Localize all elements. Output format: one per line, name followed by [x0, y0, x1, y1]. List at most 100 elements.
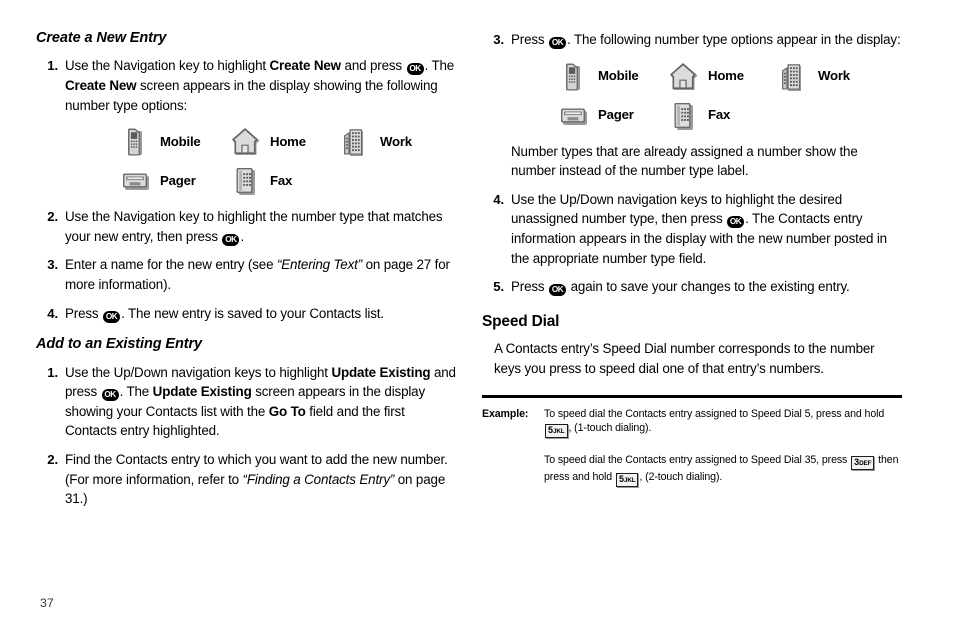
- ok-key-icon: OK: [103, 310, 121, 323]
- step-number: 3.: [493, 32, 504, 47]
- ok-key-icon: OK: [222, 233, 240, 246]
- step-text-part: .: [240, 228, 245, 244]
- step-item: 2. Find the Contacts entry to which you …: [36, 450, 456, 509]
- number-type-option-mobile: Mobile: [121, 126, 231, 157]
- ok-key-icon: OK: [101, 389, 119, 402]
- number-type-label: Fax: [270, 172, 293, 188]
- right-column: 3. Press OK. The following number type o…: [482, 30, 902, 488]
- inline-italic-finding-contacts-entry: “Finding a Contacts Entry”: [242, 471, 395, 487]
- number-type-option-pager: Pager: [121, 165, 231, 196]
- number-type-row: Pager Fax: [559, 100, 902, 131]
- number-type-row: Mobile Home Work: [121, 126, 456, 157]
- step-item: 3. Press OK. The following number type o…: [482, 30, 902, 181]
- number-type-label: Mobile: [160, 133, 201, 149]
- step-text-part: and press: [340, 58, 406, 74]
- ok-key-icon: OK: [727, 216, 745, 229]
- step-item: 5. Press OK again to save your changes t…: [482, 277, 902, 297]
- inline-bold-go-to: Go To: [268, 403, 306, 419]
- keypad-key-letters: JKL: [553, 428, 565, 436]
- number-type-option-fax: Fax: [669, 100, 779, 131]
- step-text: Enter a name for the new entry (see “Ent…: [65, 257, 450, 292]
- number-type-label: Home: [708, 68, 744, 84]
- example-text-part: To speed dial the Contacts entry assigne…: [544, 454, 851, 467]
- step-text: Press OK again to save your changes to t…: [511, 279, 850, 297]
- step-text-part: Use the Navigation key to highlight the …: [65, 209, 443, 244]
- left-column: Create a New Entry 1. Use the Navigation…: [36, 30, 456, 509]
- step-text-part: Use the Navigation key to highlight: [65, 58, 270, 74]
- step-item: 2. Use the Navigation key to highlight t…: [36, 207, 456, 246]
- section-heading-create-new-entry: Create a New Entry: [36, 30, 167, 46]
- number-type-option-fax: Fax: [231, 165, 341, 196]
- fax-machine-icon: [236, 168, 255, 196]
- step-text-part: Enter a name for the new entry (see: [65, 257, 277, 273]
- update-existing-steps-continued: 3. Press OK. The following number type o…: [482, 30, 902, 297]
- number-type-option-mobile: Mobile: [559, 61, 669, 92]
- mobile-phone-icon: [566, 63, 580, 91]
- keypad-key-digit: 5: [548, 425, 553, 436]
- number-type-option-work: Work: [779, 61, 889, 92]
- inline-bold-update-existing: Update Existing: [152, 384, 252, 400]
- keypad-key-3-icon: 3DEF: [851, 456, 875, 471]
- step-number: 4.: [47, 305, 58, 321]
- step-text-part: again to save your changes to the existi…: [567, 279, 850, 295]
- example-box-top-rule: [482, 394, 902, 398]
- example-text-part: , (2-touch dialing).: [639, 471, 723, 484]
- number-type-row: Pager Fax: [121, 165, 456, 196]
- step-number: 2.: [47, 209, 58, 225]
- section-heading-add-to-existing-entry: Add to an Existing Entry: [36, 336, 202, 353]
- number-type-label: Work: [380, 133, 412, 149]
- step-item: 4. Press OK. The new entry is saved to y…: [36, 304, 456, 324]
- step-text-part: . The new entry is saved to your Contact…: [121, 305, 384, 321]
- number-type-options-grid-left: Mobile Home Work Pager Fax: [65, 126, 456, 196]
- ok-key-icon: OK: [549, 37, 567, 49]
- number-type-option-home: Home: [669, 61, 779, 92]
- keypad-key-digit: 5: [618, 474, 624, 485]
- step-text-part: . The following number type options appe…: [567, 32, 901, 47]
- step-text: Use the Navigation key to highlight Crea…: [65, 58, 454, 112]
- speed-dial-description: A Contacts entry’s Speed Dial number cor…: [494, 341, 875, 376]
- step-text-part: Press: [65, 305, 103, 321]
- step-number: 4.: [493, 191, 504, 207]
- example-text-part: To speed dial the Contacts entry assigne…: [544, 407, 885, 420]
- pager-icon: [123, 173, 149, 191]
- number-type-label: Work: [818, 68, 850, 84]
- add-to-existing-entry-steps: 1. Use the Up/Down navigation keys to hi…: [36, 363, 456, 509]
- manual-page: Create a New Entry 1. Use the Navigation…: [0, 0, 954, 636]
- step-text-part: . The: [424, 58, 455, 74]
- step-text: Use the Up/Down navigation keys to highl…: [65, 365, 456, 439]
- keypad-key-letters: DEF: [859, 460, 872, 468]
- example-line-2: To speed dial the Contacts entry assigne…: [544, 453, 902, 488]
- number-type-label: Pager: [598, 107, 634, 123]
- number-type-label: Mobile: [598, 68, 639, 84]
- keypad-key-5-icon: 5JKL: [545, 424, 568, 439]
- number-type-option-home: Home: [231, 126, 341, 157]
- office-building-icon: [344, 129, 363, 157]
- step-text: Press OK. The following number type opti…: [511, 32, 901, 49]
- step-item: 1. Use the Navigation key to highlight C…: [36, 56, 456, 196]
- step-text: Use the Navigation key to highlight the …: [65, 209, 443, 246]
- example-label: Example:: [482, 407, 529, 420]
- step-item: 3. Enter a name for the new entry (see “…: [36, 255, 456, 294]
- example-body: To speed dial the Contacts entry assigne…: [544, 407, 902, 488]
- pager-icon: [561, 108, 587, 125]
- number-type-label: Pager: [160, 172, 196, 188]
- step-text-part: . The: [119, 384, 153, 400]
- example-text-part: , (1-touch dialing).: [568, 422, 652, 435]
- step3-note: Number types that are already assigned a…: [511, 143, 858, 179]
- step-number: 3.: [47, 257, 58, 273]
- example-box: Example: To speed dial the Contacts entr…: [482, 407, 902, 488]
- house-icon: [670, 62, 698, 90]
- step-item: 4. Use the Up/Down navigation keys to hi…: [482, 190, 902, 268]
- example-line-1: To speed dial the Contacts entry assigne…: [544, 407, 902, 439]
- mobile-phone-icon: [128, 128, 142, 156]
- keypad-key-letters: JKL: [623, 477, 636, 485]
- number-type-label: Home: [270, 133, 306, 149]
- section-heading-speed-dial: Speed Dial: [482, 312, 560, 330]
- ok-key-icon: OK: [549, 284, 567, 297]
- office-building-icon: [782, 63, 801, 91]
- step-number: 2.: [47, 451, 58, 467]
- step-number: 1.: [47, 58, 58, 74]
- inline-italic-entering-text: “Entering Text”: [276, 257, 363, 273]
- number-type-option-pager: Pager: [559, 100, 669, 131]
- step-text: Use the Up/Down navigation keys to highl…: [511, 192, 887, 266]
